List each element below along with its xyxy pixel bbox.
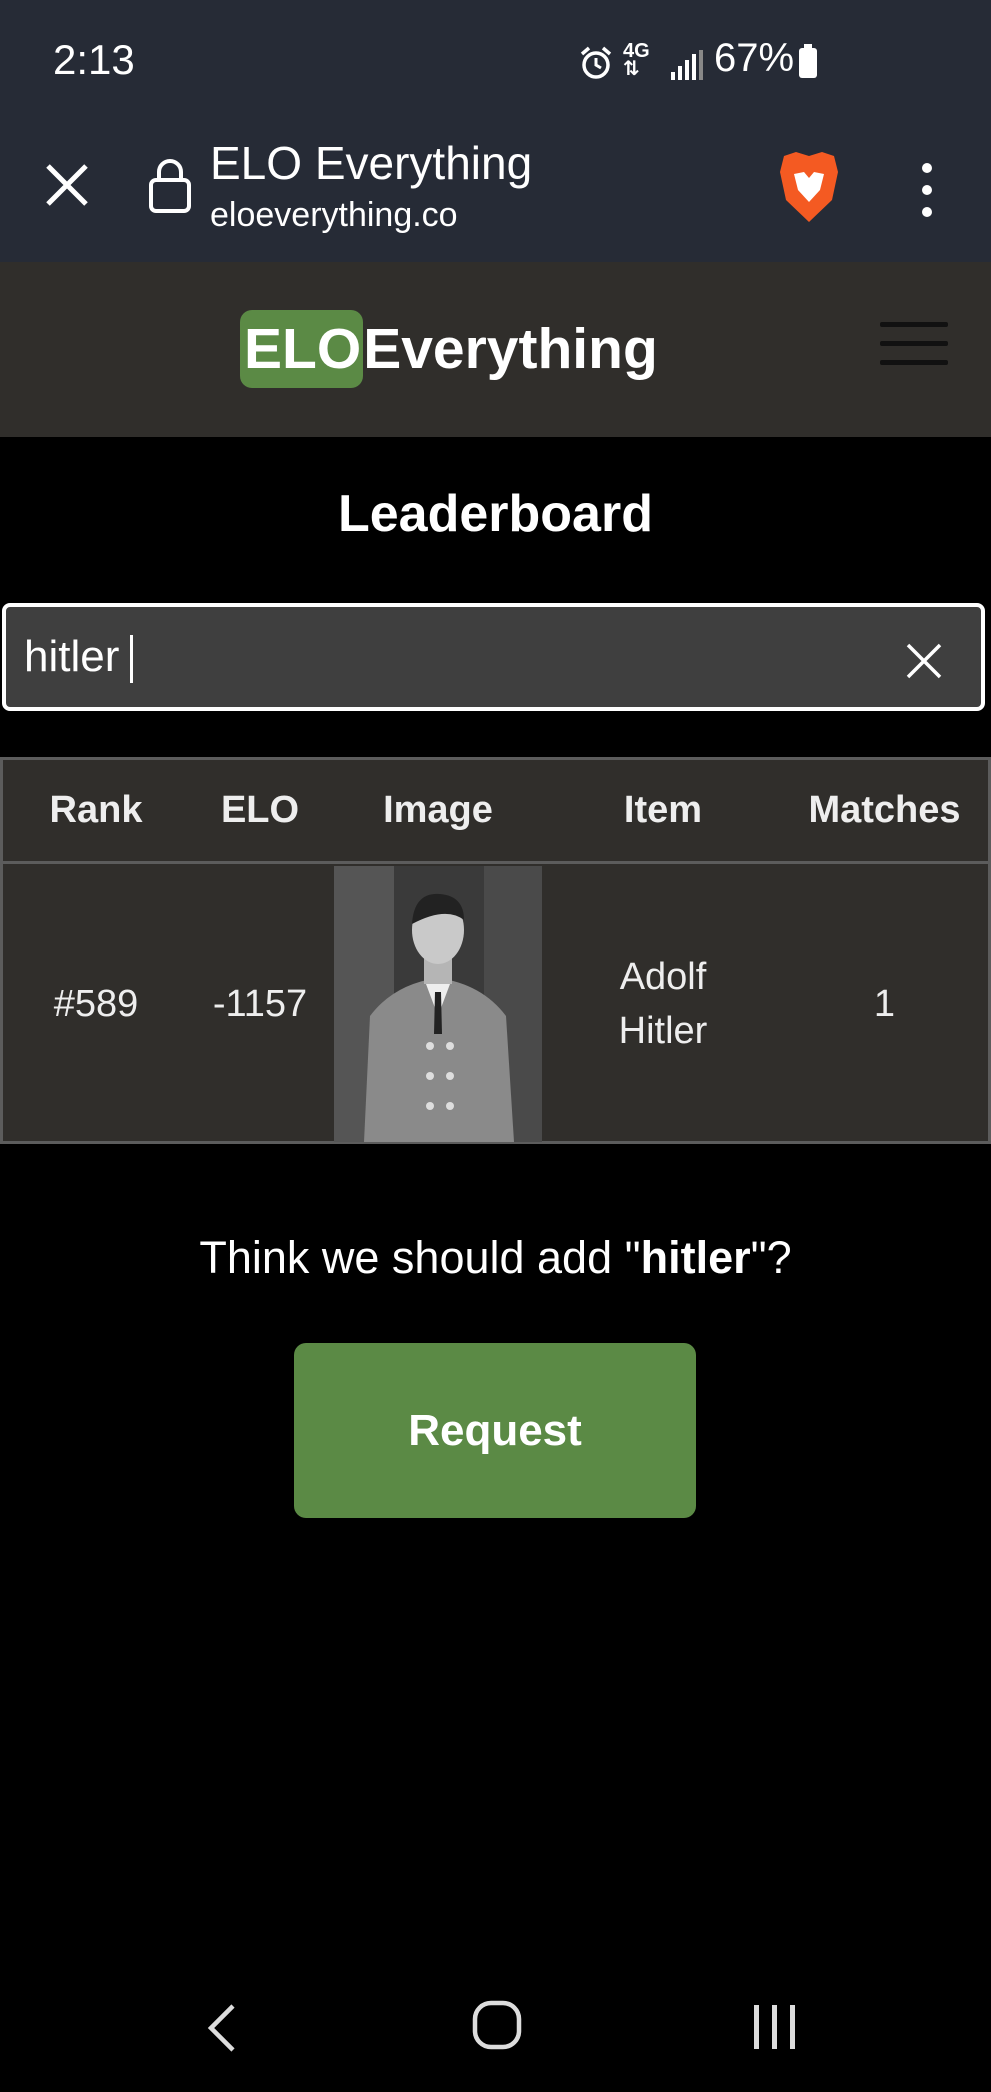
portrait-image xyxy=(334,866,542,1142)
row-rank: #589 xyxy=(53,983,139,1025)
column-header-item[interactable]: Item xyxy=(545,760,781,861)
request-button[interactable]: Request xyxy=(294,1343,696,1518)
close-icon[interactable] xyxy=(906,643,942,679)
alarm-icon xyxy=(580,46,612,79)
tab-title[interactable]: ELO Everything xyxy=(210,136,532,190)
lock-icon xyxy=(149,159,191,213)
battery-percent: 67% xyxy=(714,36,795,80)
site-logo[interactable]: ELOEverything xyxy=(240,310,658,390)
close-icon[interactable] xyxy=(42,160,92,210)
row-matches: 1 xyxy=(873,983,896,1025)
search-box xyxy=(2,603,985,711)
search-input[interactable] xyxy=(24,607,874,707)
more-vert-icon[interactable] xyxy=(912,160,942,220)
page-title: Leaderboard xyxy=(338,485,653,543)
browser-toolbar: ELO Everything eloeverything.co xyxy=(0,120,991,262)
system-nav-bar xyxy=(0,1960,991,2092)
status-bar: 2:13 4G ⇅ 67% xyxy=(0,0,991,120)
hamburger-icon[interactable] xyxy=(880,322,948,366)
address-url[interactable]: eloeverything.co xyxy=(210,196,458,235)
home-icon[interactable] xyxy=(472,2000,522,2050)
row-item[interactable]: Adolf Hitler xyxy=(545,864,781,1144)
leaderboard-table: Rank ELO Image Item Matches #589 -1157 A… xyxy=(0,757,991,1144)
row-elo: -1157 xyxy=(212,983,308,1025)
request-term: hitler xyxy=(640,1232,751,1283)
signal-icon xyxy=(671,50,703,80)
status-icons: 4G ⇅ 67% xyxy=(571,36,991,96)
brave-shield-icon[interactable] xyxy=(776,150,842,224)
request-suffix: "? xyxy=(750,1232,792,1283)
back-icon[interactable] xyxy=(205,2002,237,2054)
table-header: Rank ELO Image Item Matches xyxy=(3,760,988,864)
request-prefix: Think we should add " xyxy=(199,1232,641,1283)
battery-icon xyxy=(799,44,817,78)
item-image[interactable] xyxy=(334,866,542,1142)
column-header-image: Image xyxy=(383,789,493,831)
column-header-elo[interactable]: ELO xyxy=(189,760,331,861)
status-time: 2:13 xyxy=(53,36,135,83)
request-prompt: Think we should add "hitler"? xyxy=(0,1232,991,1284)
item-name: Adolf Hitler xyxy=(618,956,708,1052)
column-header-rank[interactable]: Rank xyxy=(3,760,189,861)
site-header: ELOEverything xyxy=(0,262,991,437)
text-caret xyxy=(130,635,133,683)
logo-elo: ELO xyxy=(240,310,364,388)
column-header-matches[interactable]: Matches xyxy=(781,760,988,861)
network-4g-icon: 4G ⇅ xyxy=(623,40,650,80)
logo-everything: Everything xyxy=(363,317,658,381)
recents-icon[interactable] xyxy=(752,2004,798,2050)
